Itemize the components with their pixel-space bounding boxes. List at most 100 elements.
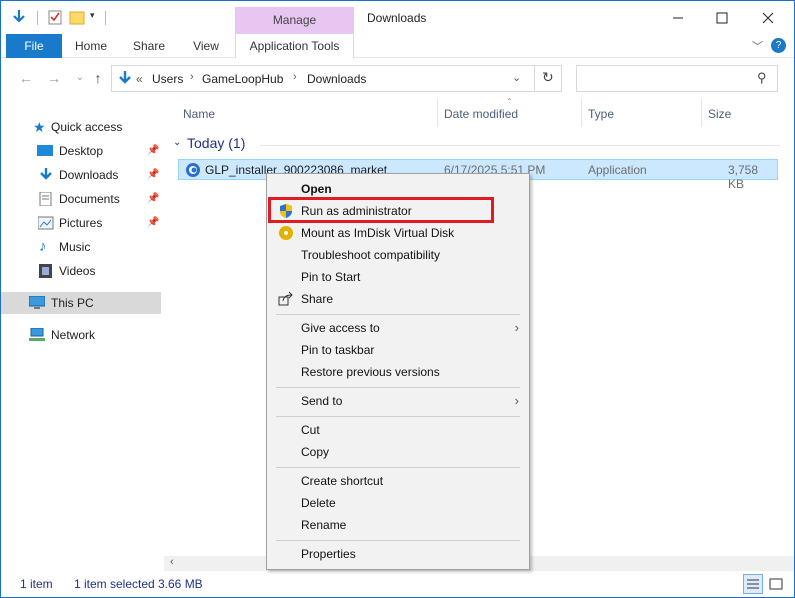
qat-customize-icon[interactable]: ▾ [90,10,95,21]
large-icons-view-button[interactable] [766,574,786,594]
search-input[interactable]: ⚲ [576,65,778,92]
details-view-button[interactable] [743,574,763,594]
group-divider [260,145,780,146]
nav-item-documents[interactable]: Documents 📌 [1,188,161,210]
tab-view[interactable]: View [187,34,225,58]
pin-icon[interactable]: 📌 [147,212,159,234]
nav-item-pictures[interactable]: Pictures 📌 [1,212,161,234]
menu-item-troubleshoot[interactable]: Troubleshoot compatibility [267,244,529,266]
menu-item-share[interactable]: Share [267,288,529,310]
column-separator[interactable] [437,99,438,127]
large-icons-view-icon [769,578,783,590]
menu-item-send-to[interactable]: Send to › [267,390,529,412]
new-folder-icon[interactable] [69,9,85,25]
nav-network[interactable]: Network [1,324,161,346]
column-header-date[interactable]: Date modified [444,107,518,121]
qat-separator [37,11,38,25]
menu-item-pin-to-taskbar[interactable]: Pin to taskbar [267,339,529,361]
address-dropdown-icon[interactable]: ⌄ [512,71,521,84]
menu-label: Share [301,292,334,306]
music-icon: ♪ [39,238,47,255]
close-icon [762,12,774,23]
menu-label: Create shortcut [301,474,384,488]
menu-item-restore-versions[interactable]: Restore previous versions [267,361,529,383]
menu-label: Rename [301,518,347,532]
column-header-type[interactable]: Type [588,107,614,121]
column-separator[interactable] [701,99,702,127]
nav-label: Downloads [59,168,119,182]
tab-file[interactable]: File [6,34,62,58]
menu-item-properties[interactable]: Properties [267,543,529,565]
details-view-icon [747,579,759,589]
share-icon [278,291,293,306]
tab-application-tools[interactable]: Application Tools [235,34,354,58]
scroll-left-icon[interactable]: ‹ [170,556,174,568]
column-header-name[interactable]: Name [183,107,215,121]
status-selected: 1 item selected [74,577,155,591]
refresh-icon[interactable]: ↻ [542,69,554,86]
nav-item-videos[interactable]: Videos [1,260,161,282]
recent-locations-button[interactable]: ⌄ [71,69,89,87]
column-separator[interactable] [581,99,582,127]
submenu-arrow-icon: › [514,393,519,408]
menu-label: Send to [301,394,343,408]
minimize-icon [673,17,683,18]
computer-icon [29,296,45,309]
status-size: 3.66 MB [158,577,203,591]
nav-label: This PC [51,296,94,310]
nav-item-downloads[interactable]: Downloads 📌 [1,164,161,186]
menu-item-create-shortcut[interactable]: Create shortcut [267,470,529,492]
navigation-pane: ★ Quick access Desktop 📌 Downloads 📌 Doc… [1,99,164,571]
context-menu: Open Run as administrator Mount as ImDis… [266,173,530,570]
nav-this-pc[interactable]: This PC [1,292,161,314]
forward-button[interactable]: → [45,69,63,87]
group-header-today[interactable]: Today (1) [187,135,245,151]
column-header-size[interactable]: Size [708,107,731,121]
up-button[interactable]: ↑ [89,69,107,87]
chevron-right-icon[interactable]: › [293,71,297,83]
close-button[interactable] [745,1,791,34]
minimize-button[interactable] [655,1,701,34]
help-icon[interactable]: ? [771,38,786,53]
group-collapse-icon[interactable]: ⌄ [173,137,181,148]
navigation-bar: ← → ⌄ ↑ « Users › GameLoopHub › Download… [1,59,794,99]
menu-item-rename[interactable]: Rename [267,514,529,536]
menu-label: Troubleshoot compatibility [301,248,440,262]
menu-item-cut[interactable]: Cut [267,419,529,441]
download-arrow-icon[interactable] [11,9,27,25]
tab-home[interactable]: Home [71,34,111,58]
menu-item-give-access[interactable]: Give access to › [267,317,529,339]
menu-label: Cut [301,423,320,437]
menu-label: Pin to Start [301,270,361,284]
status-item-count: 1 item [20,577,53,591]
address-segment-gameloophub[interactable]: GameLoopHub [202,72,283,86]
address-bar[interactable]: « Users › GameLoopHub › Downloads ⌄ ↻ [111,65,562,92]
star-icon: ★ [33,119,46,135]
address-overflow-icon[interactable]: « [136,72,143,86]
back-button[interactable]: ← [17,69,35,87]
menu-separator [276,467,520,468]
pin-icon[interactable]: 📌 [147,164,159,186]
menu-item-mount-imdisk[interactable]: Mount as ImDisk Virtual Disk [267,222,529,244]
nav-quick-access[interactable]: ★ Quick access [1,116,161,138]
pin-icon[interactable]: 📌 [147,188,159,210]
properties-icon[interactable] [47,9,63,25]
menu-item-copy[interactable]: Copy [267,441,529,463]
address-segment-users[interactable]: Users [152,72,183,86]
tab-share[interactable]: Share [129,34,169,58]
nav-label: Documents [59,192,120,206]
chevron-right-icon[interactable]: › [190,71,194,83]
videos-icon [39,264,52,278]
menu-item-delete[interactable]: Delete [267,492,529,514]
maximize-button[interactable] [699,1,745,34]
nav-item-music[interactable]: ♪ Music [1,236,161,258]
downloads-icon [40,168,52,180]
highlight-box [268,197,494,223]
menu-item-pin-to-start[interactable]: Pin to Start [267,266,529,288]
nav-item-desktop[interactable]: Desktop 📌 [1,140,161,162]
sort-indicator-icon: ⌃ [506,97,513,106]
pin-icon[interactable]: 📌 [147,140,159,162]
address-segment-downloads[interactable]: Downloads [307,72,366,86]
expand-ribbon-icon[interactable]: ﹀ [752,38,763,54]
manage-tab[interactable]: Manage [235,7,354,34]
